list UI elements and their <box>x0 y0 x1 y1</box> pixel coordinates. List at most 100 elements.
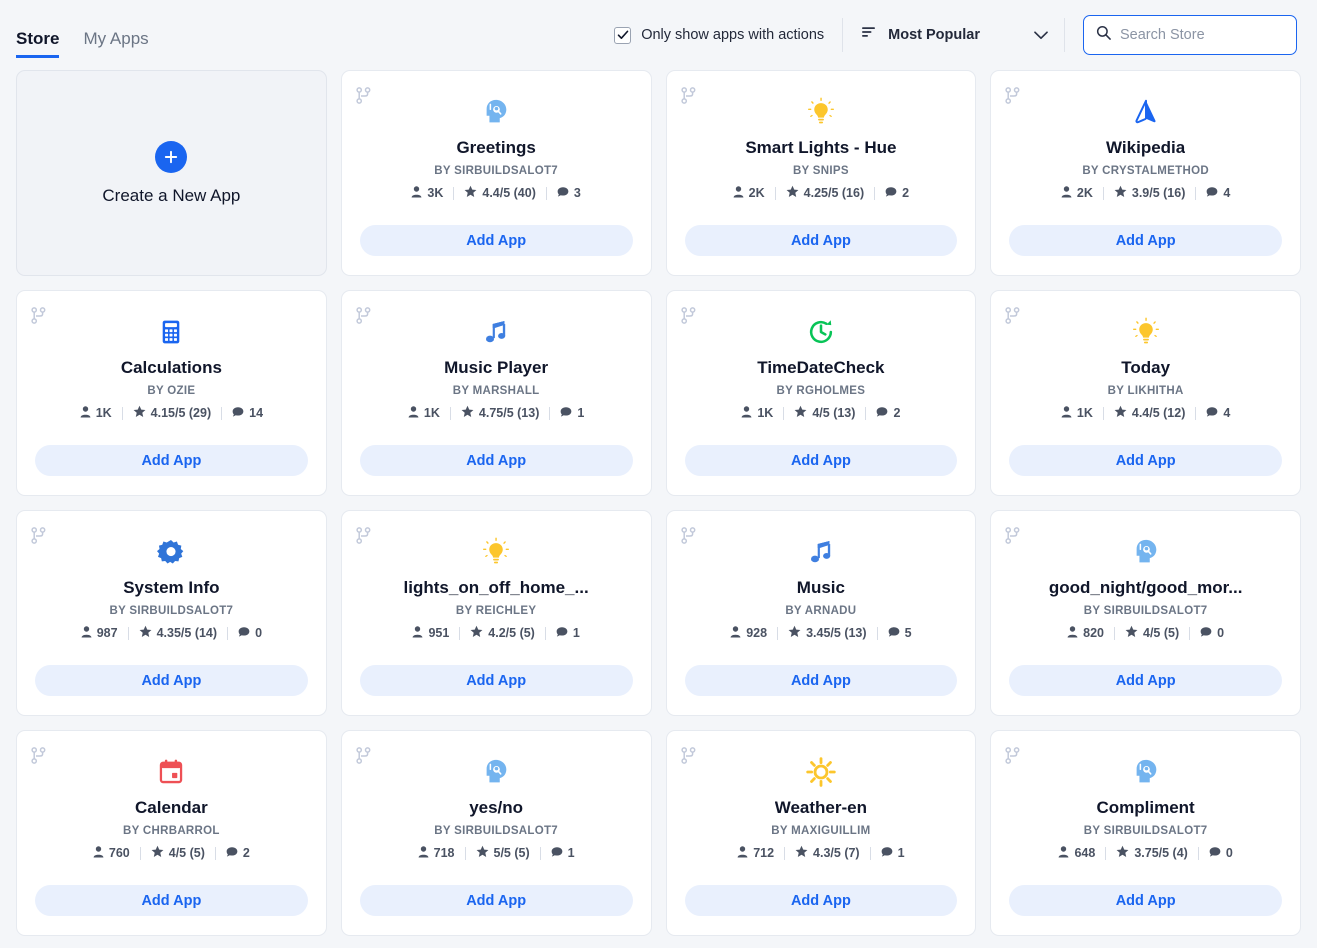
checkbox-checked-icon[interactable] <box>614 26 632 44</box>
music-note-icon <box>481 315 511 349</box>
comments-count: 3 <box>573 186 581 200</box>
comment-icon <box>557 186 569 201</box>
add-app-button[interactable]: Add App <box>359 885 633 916</box>
app-card-good-night-good-mor[interactable]: good_night/good_mor... BY SIRBUILDSALOT7… <box>990 510 1301 716</box>
users-count: 2K <box>1076 186 1093 200</box>
rating-value: 4.35/5 (14) <box>156 626 218 640</box>
plus-icon[interactable] <box>155 140 188 173</box>
app-card-timedatecheck[interactable]: TimeDateCheck BY RGHOLMES 1K 4/5 (13) 2 … <box>665 290 977 496</box>
add-app-button[interactable]: Add App <box>35 885 308 916</box>
app-card-wikipedia[interactable]: Wikipedia BY CRYSTALMETHOD 2K 3.9/5 (16)… <box>990 70 1301 276</box>
app-name: Weather-en <box>774 798 867 817</box>
app-card-calendar[interactable]: Calendar BY CHRBARROL 760 4/5 (5) 2 Add … <box>16 730 327 936</box>
gear-icon <box>157 535 185 569</box>
users-count: 648 <box>1074 846 1096 860</box>
star-icon <box>1116 845 1129 861</box>
wikipedia-icon <box>1131 95 1161 129</box>
rating-value: 4.75/5 (13) <box>478 406 540 420</box>
rating-stat: 4.4/5 (12) <box>1104 405 1196 421</box>
add-app-button[interactable]: Add App <box>359 665 633 696</box>
comments-count: 4 <box>1223 406 1231 420</box>
add-app-button[interactable]: Add App <box>359 445 633 476</box>
app-name: System Info <box>123 578 220 597</box>
add-app-button[interactable]: Add App <box>684 885 958 916</box>
comments-count: 1 <box>577 406 585 420</box>
app-card-calculations[interactable]: Calculations BY OZIE 1K 4.15/5 (29) 14 A… <box>16 290 327 496</box>
clock-refresh-icon <box>806 315 836 349</box>
app-card-music-player[interactable]: Music Player BY MARSHALL 1K 4.75/5 (13) … <box>340 290 652 496</box>
app-stats: 820 4/5 (5) 0 <box>1067 625 1224 641</box>
app-stats: 718 5/5 (5) 1 <box>418 845 575 861</box>
app-card-smart-lights-hue[interactable]: Smart Lights - Hue BY SNIPS 2K 4.25/5 (1… <box>665 70 977 276</box>
rating-value: 4/5 (13) <box>812 406 856 420</box>
person-icon <box>411 185 422 201</box>
tab-store[interactable]: Store <box>16 29 60 58</box>
app-stats: 928 3.45/5 (13) 5 <box>730 625 912 641</box>
app-name: Music <box>796 578 845 597</box>
rating-stat: 4/5 (5) <box>141 845 215 861</box>
rating-stat: 4.4/5 (40) <box>454 185 546 201</box>
person-icon <box>741 405 752 421</box>
app-stats: 1K 4/5 (13) 2 <box>741 405 900 421</box>
add-app-button[interactable]: Add App <box>359 225 633 256</box>
assistant-head-icon <box>481 755 511 789</box>
app-card-yes-no[interactable]: yes/no BY SIRBUILDSALOT7 718 5/5 (5) 1 A… <box>340 730 652 936</box>
app-card-greetings[interactable]: Greetings BY SIRBUILDSALOT7 3K 4.4/5 (40… <box>340 70 652 276</box>
app-card-today[interactable]: Today BY LIKHITHA 1K 4.4/5 (12) 4 Add Ap… <box>990 290 1301 496</box>
comment-icon <box>560 406 572 421</box>
app-card-compliment[interactable]: Compliment BY SIRBUILDSALOT7 648 3.75/5 … <box>990 730 1301 936</box>
rating-stat: 4.75/5 (13) <box>451 405 549 421</box>
add-app-button[interactable]: Add App <box>684 445 958 476</box>
search-store-box[interactable] <box>1083 15 1297 55</box>
users-count: 2K <box>748 186 765 200</box>
star-icon <box>1114 185 1127 201</box>
fork-branch-icon <box>356 527 371 549</box>
star-icon <box>476 845 489 861</box>
add-app-button[interactable]: Add App <box>35 665 308 696</box>
comment-icon <box>232 406 244 421</box>
sort-dropdown[interactable]: Most Popular <box>843 18 1064 52</box>
users-stat: 760 <box>93 845 140 861</box>
users-count: 1K <box>423 406 440 420</box>
add-app-button[interactable]: Add App <box>684 665 958 696</box>
search-input[interactable] <box>1120 27 1284 43</box>
chevron-down-icon[interactable] <box>1034 30 1048 40</box>
add-app-button[interactable]: Add App <box>684 225 958 256</box>
star-icon <box>795 845 808 861</box>
comment-icon <box>238 626 250 641</box>
users-stat: 2K <box>1061 185 1103 201</box>
users-count: 928 <box>746 626 768 640</box>
app-card-weather-en[interactable]: Weather-en BY MAXIGUILLIM 712 4.3/5 (7) … <box>665 730 977 936</box>
users-count: 820 <box>1083 626 1104 640</box>
app-name: good_night/good_mor... <box>1048 578 1243 597</box>
rating-value: 4.2/5 (5) <box>488 626 535 640</box>
comment-icon <box>881 846 893 861</box>
only-apps-with-actions-toggle[interactable]: Only show apps with actions <box>614 19 842 51</box>
add-app-button[interactable]: Add App <box>1009 445 1282 476</box>
users-stat: 718 <box>418 845 465 861</box>
add-app-button[interactable]: Add App <box>1009 665 1282 696</box>
comment-icon <box>885 186 897 201</box>
add-app-button[interactable]: Add App <box>1009 885 1282 916</box>
app-stats: 1K 4.75/5 (13) 1 <box>408 405 584 421</box>
rating-stat: 4/5 (13) <box>784 405 865 421</box>
users-count: 951 <box>428 626 450 640</box>
add-app-button[interactable]: Add App <box>1009 225 1282 256</box>
calendar-icon <box>157 755 185 789</box>
users-count: 987 <box>96 626 118 640</box>
filter-label: Only show apps with actions <box>641 27 825 43</box>
rating-value: 4.25/5 (16) <box>803 186 865 200</box>
app-card-system-info[interactable]: System Info BY SIRBUILDSALOT7 987 4.35/5… <box>16 510 327 716</box>
rating-value: 3.45/5 (13) <box>806 626 867 640</box>
app-stats: 760 4/5 (5) 2 <box>93 845 250 861</box>
app-card-lights-on-off-home[interactable]: lights_on_off_home_... BY REICHLEY 951 4… <box>340 510 652 716</box>
app-name: TimeDateCheck <box>757 358 885 377</box>
assistant-head-icon <box>481 95 511 129</box>
add-app-button[interactable]: Add App <box>35 445 308 476</box>
rating-stat: 3.45/5 (13) <box>778 625 876 641</box>
users-stat: 987 <box>81 625 128 641</box>
app-card-music[interactable]: Music BY ARNADU 928 3.45/5 (13) 5 Add Ap… <box>665 510 977 716</box>
comments-stat: 0 <box>1190 626 1224 641</box>
create-new-app-card[interactable]: Create a New App <box>16 70 327 276</box>
tab-my-apps[interactable]: My Apps <box>83 29 148 58</box>
